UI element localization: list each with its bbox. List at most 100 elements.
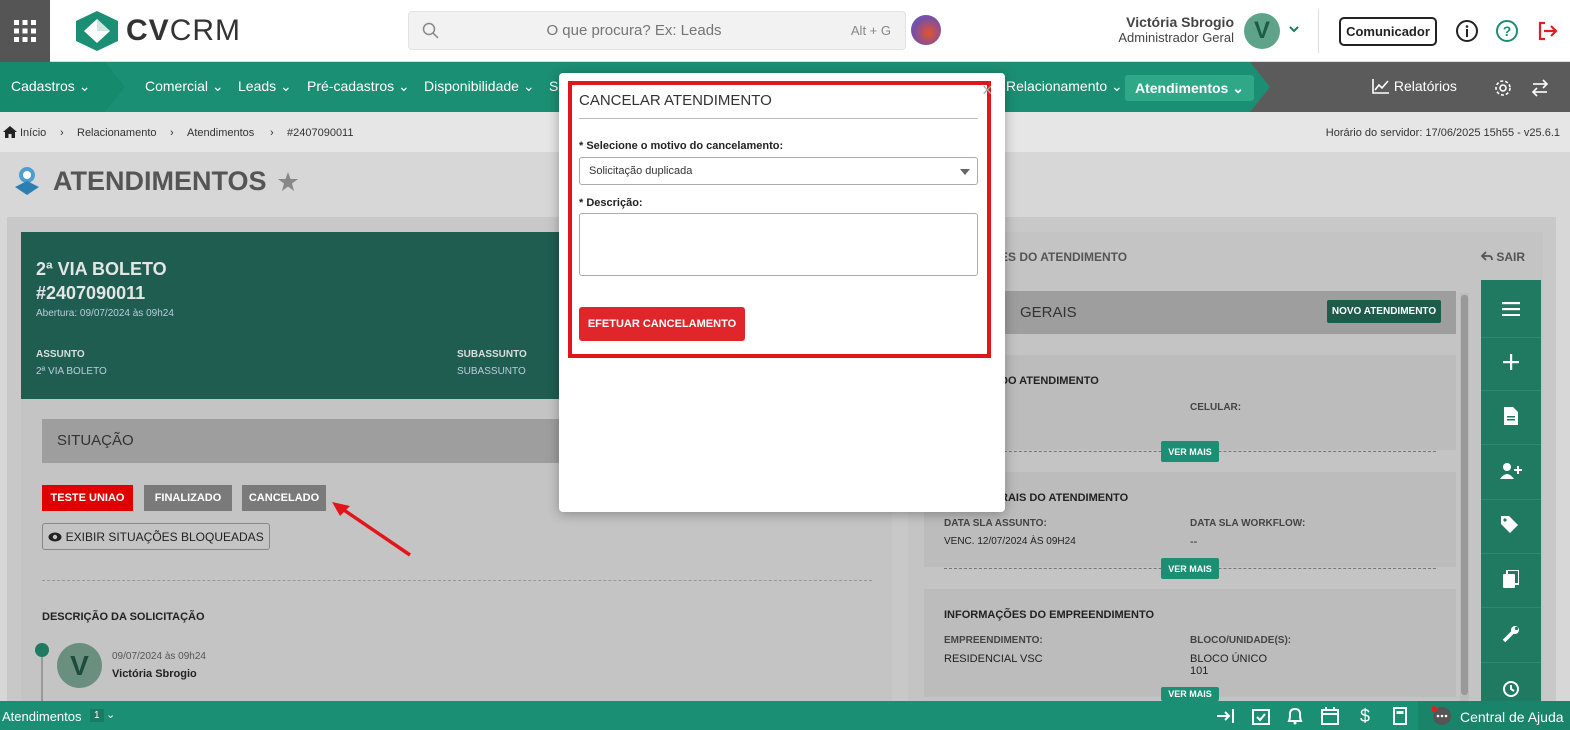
unidade-value: 101: [1190, 665, 1209, 677]
subassunto-value: SUBASSUNTO: [457, 366, 526, 377]
chevron-down-icon[interactable]: ⌄: [106, 708, 115, 721]
panel-title: DO ATENDIMENTO: [1000, 375, 1099, 387]
chat-icon[interactable]: [1432, 706, 1452, 726]
efetuar-cancelamento-button[interactable]: EFETUAR CANCELAMENTO: [579, 307, 745, 341]
descricao-title: DESCRIÇÃO DA SOLICITAÇÃO: [42, 611, 205, 623]
motivo-select[interactable]: Solicitação duplicada: [579, 157, 978, 185]
dollar-icon[interactable]: $: [1355, 706, 1375, 726]
nav-comercial[interactable]: Comercial ⌄: [145, 78, 224, 95]
assunto-value: 2ª VIA BOLETO: [36, 366, 107, 377]
close-icon[interactable]: ×: [982, 80, 993, 101]
nav-pre-cadastros[interactable]: Pré-cadastros ⌄: [307, 78, 410, 95]
timeline-line: [41, 657, 43, 702]
avatar: V: [57, 643, 102, 688]
divider: [42, 580, 872, 581]
scrollbar[interactable]: [1460, 293, 1469, 702]
menu-icon[interactable]: [1481, 280, 1541, 338]
exibir-bloqueadas-button[interactable]: EXIBIR SITUAÇÕES BLOQUEADAS: [42, 523, 270, 550]
panel-title: INFORMAÇÕES DO EMPREENDIMENTO: [944, 609, 1155, 621]
login-arrow-icon[interactable]: [1216, 706, 1236, 726]
atendimento-title: 2ª VIA BOLETO: [36, 259, 167, 279]
nav-relatorios[interactable]: Relatórios: [1372, 78, 1457, 94]
nav-atendimentos[interactable]: Atendimentos ⌄: [1125, 75, 1254, 101]
info-icon[interactable]: [1455, 19, 1479, 43]
ver-mais-button[interactable]: VER MAIS: [1161, 687, 1219, 701]
breadcrumb-relacionamento[interactable]: Relacionamento: [77, 127, 157, 139]
status-teste-uniao-button[interactable]: TESTE UNIAO: [42, 485, 133, 511]
detalhes-title: ES DO ATENDIMENTO: [1000, 250, 1128, 264]
plus-icon[interactable]: [1481, 333, 1541, 391]
chevron-down-icon[interactable]: [1288, 22, 1300, 38]
cvcrm-logo[interactable]: CVCRM: [76, 11, 241, 51]
breadcrumb-separator: ›: [170, 127, 174, 139]
modal-title: CANCELAR ATENDIMENTO: [579, 92, 772, 109]
calendar-check-icon[interactable]: [1251, 706, 1271, 726]
nav-partial-item[interactable]: S: [549, 78, 558, 94]
bell-icon[interactable]: [1285, 706, 1305, 726]
sair-button[interactable]: SAIR: [1480, 250, 1525, 264]
dados-gerais-title: GERAIS: [1020, 304, 1077, 321]
motivo-selected-value: Solicitação duplicada: [589, 165, 693, 177]
wrench-icon[interactable]: [1481, 605, 1541, 663]
central-ajuda-label[interactable]: Central de Ajuda: [1460, 709, 1564, 725]
nav-relacionamento[interactable]: Relacionamento ⌄: [1006, 78, 1123, 95]
star-icon[interactable]: [278, 172, 298, 191]
breadcrumb-atendimentos[interactable]: Atendimentos: [187, 127, 254, 139]
atendimento-code: #2407090011: [36, 283, 146, 303]
breadcrumb-inicio[interactable]: Início: [20, 127, 46, 139]
novo-atendimento-button[interactable]: NOVO ATENDIMENTO: [1327, 300, 1441, 323]
eye-icon: [48, 532, 62, 541]
user-info[interactable]: Victória Sbrogio Administrador Geral: [1110, 14, 1234, 45]
server-time: Horário do servidor: 17/06/2025 15h55 - …: [1325, 127, 1560, 139]
subassunto-label: SUBASSUNTO: [457, 349, 527, 360]
breadcrumb-current: #2407090011: [287, 127, 354, 139]
global-search[interactable]: Alt + G: [408, 11, 906, 50]
action-sidebar: [1481, 280, 1541, 702]
timeline-date: 09/07/2024 às 09h24: [112, 651, 206, 662]
add-user-icon[interactable]: [1481, 442, 1541, 500]
sla-workflow-label: DATA SLA WORKFLOW:: [1190, 518, 1306, 529]
divider: [1318, 9, 1319, 53]
swap-arrows-icon[interactable]: [1531, 79, 1549, 97]
scrollbar-thumb[interactable]: [1461, 295, 1468, 695]
avatar[interactable]: V: [1244, 13, 1280, 49]
status-finalizado-button[interactable]: FINALIZADO: [144, 485, 232, 511]
descricao-textarea[interactable]: [579, 213, 978, 276]
document-icon[interactable]: [1481, 387, 1541, 445]
top-bar: CVCRM Alt + G Victória Sbrogio Administr…: [0, 0, 1570, 62]
ver-mais-button[interactable]: VER MAIS: [1161, 558, 1219, 579]
celular-label: CELULAR:: [1190, 402, 1242, 413]
search-input[interactable]: [449, 12, 819, 49]
ver-mais-button[interactable]: VER MAIS: [1161, 441, 1219, 462]
breadcrumb-separator: ›: [270, 127, 274, 139]
comunicador-button[interactable]: Comunicador: [1339, 17, 1437, 46]
divider: [579, 118, 978, 119]
globe-icon[interactable]: [911, 15, 941, 45]
chart-line-icon: [1372, 79, 1389, 94]
apps-grid-icon[interactable]: [0, 0, 50, 62]
nav-cadastros[interactable]: Cadastros ⌄: [11, 78, 90, 95]
logo-bold-text: CV: [126, 14, 170, 47]
nav-leads[interactable]: Leads ⌄: [238, 78, 292, 95]
sla-assunto-value: VENC. 12/07/2024 ÀS 09H24: [944, 536, 1076, 547]
empreendimento-label: EMPREENDIMENTO:: [944, 635, 1043, 646]
svg-text:?: ?: [1503, 23, 1512, 39]
search-shortcut: Alt + G: [850, 23, 891, 38]
gear-icon[interactable]: [1494, 79, 1512, 97]
calendar-icon[interactable]: [1320, 706, 1340, 726]
timeline-dot: [35, 643, 49, 657]
motivo-label: * Selecione o motivo do cancelamento:: [579, 140, 784, 152]
page-title: ATENDIMENTOS: [53, 166, 267, 196]
help-icon[interactable]: ?: [1495, 19, 1519, 43]
home-icon[interactable]: [3, 126, 17, 138]
copy-icon[interactable]: [1481, 550, 1541, 608]
search-icon: [422, 22, 439, 39]
logout-icon[interactable]: [1535, 19, 1559, 43]
tags-icon[interactable]: [1481, 496, 1541, 554]
nav-disponibilidade[interactable]: Disponibilidade ⌄: [424, 78, 535, 95]
svg-text:$: $: [1360, 706, 1370, 726]
calculator-icon[interactable]: [1390, 706, 1410, 726]
bottom-atendimentos-label[interactable]: Atendimentos: [2, 709, 82, 724]
sla-workflow-value: --: [1190, 536, 1198, 548]
status-cancelado-button[interactable]: CANCELADO: [242, 485, 326, 511]
